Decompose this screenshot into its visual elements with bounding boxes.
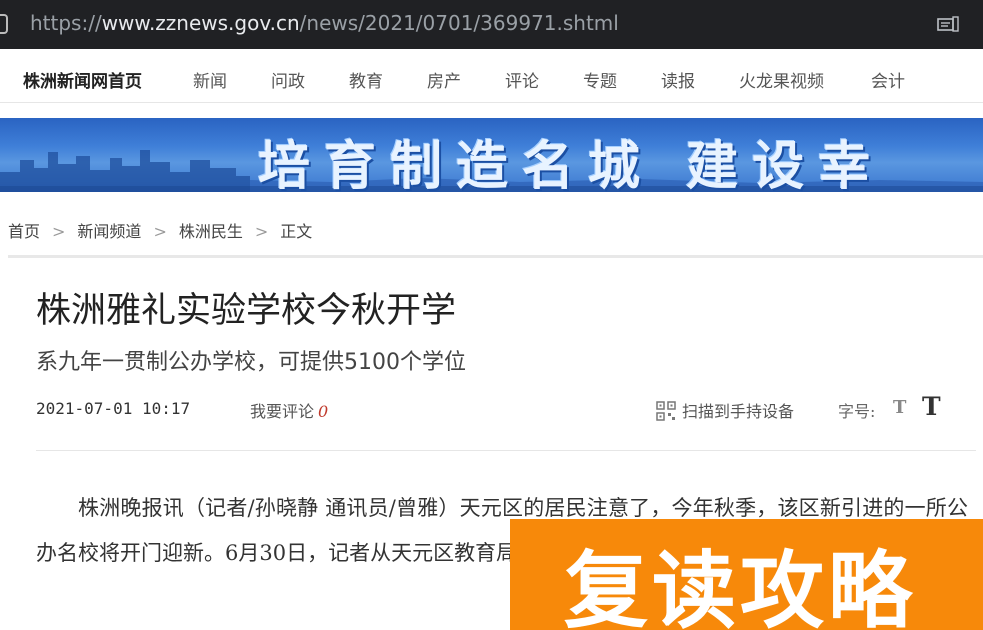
breadcrumb: 首页 > 新闻频道 > 株洲民生 > 正文 [8,218,312,242]
scan-to-device-button[interactable]: 扫描到手持设备 [656,398,794,422]
font-size-label: 字号: [838,402,876,421]
comment-label: 我要评论 [250,402,315,421]
article-title: 株洲雅礼实验学校今秋开学 [36,291,457,331]
font-size-large-button[interactable]: T [922,392,941,421]
breadcrumb-current: 正文 [280,222,313,241]
url-text[interactable]: https://www.zznews.gov.cn/news/2021/0701… [30,11,619,35]
nav-epaper[interactable]: 读报 [661,67,695,92]
comment-count: 0 [318,402,329,421]
nav-special[interactable]: 专题 [583,67,617,92]
nav-video[interactable]: 火龙果视频 [739,67,824,92]
page-info-icon[interactable] [0,14,8,34]
nav-property[interactable]: 房产 [427,67,461,92]
scan-label: 扫描到手持设备 [682,402,795,421]
breadcrumb-news-channel[interactable]: 新闻频道 [77,222,141,241]
url-host: www.zznews.gov.cn [101,11,300,35]
top-nav: 株洲新闻网首页 新闻 问政 教育 房产 评论 专题 读报 火龙果视频 会计 [0,53,983,103]
header-banner: 培育制造名城 建设幸 [0,118,983,192]
url-scheme: https:// [30,11,102,35]
nav-wenzheng[interactable]: 问政 [271,67,305,92]
publish-date: 2021-07-01 10:17 [36,399,191,418]
nav-education[interactable]: 教育 [349,67,383,92]
breadcrumb-separator: > [153,222,167,241]
nav-home[interactable]: 株洲新闻网首页 [23,67,142,92]
breadcrumb-home[interactable]: 首页 [8,222,40,241]
url-path: /news/2021/0701/369971.shtml [299,11,619,35]
qr-code-icon [656,401,676,421]
promo-overlay: 复读攻略 [510,519,983,630]
address-bar[interactable]: https://www.zznews.gov.cn/news/2021/0701… [0,0,983,49]
reader-mode-icon[interactable] [937,16,959,32]
article-subtitle: 系九年一贯制公办学校，可提供5100个学位 [36,350,466,375]
promo-overlay-text: 复读攻略 [564,542,917,630]
font-size-small-button[interactable]: T [893,397,906,418]
nav-accounting[interactable]: 会计 [871,67,905,92]
banner-slogan: 培育制造名城 建设幸 [258,137,885,192]
nav-news[interactable]: 新闻 [193,67,227,92]
nav-comment[interactable]: 评论 [505,67,539,92]
comment-link[interactable]: 我要评论 0 [250,398,328,422]
breadcrumb-separator: > [254,222,269,241]
breadcrumb-separator: > [52,222,66,241]
meta-divider [36,450,976,451]
breadcrumb-divider [8,255,983,258]
breadcrumb-zhuzhou-livelihood[interactable]: 株洲民生 [179,222,243,241]
